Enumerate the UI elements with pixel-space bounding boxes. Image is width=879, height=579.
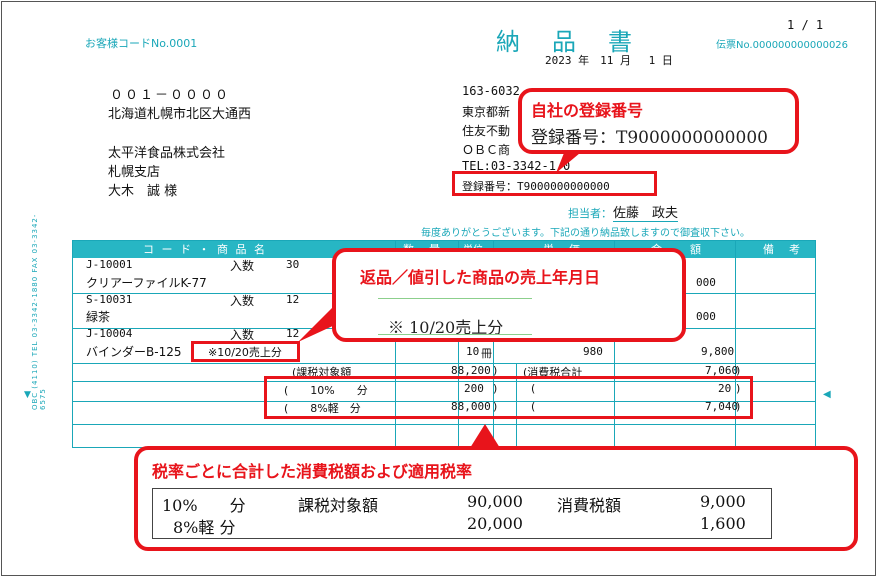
tax-rate-10: 10% 分 bbox=[162, 496, 246, 515]
tax-callout-table: 10% 分 課税対象額 90,000 消費税額 9,000 8%軽 分 20,0… bbox=[152, 488, 772, 539]
tax-callout-title: 税率ごとに合計した消費税額および適用税率 bbox=[152, 462, 473, 481]
consumption-tax-10: 9,000 bbox=[700, 492, 746, 511]
tax-pointer bbox=[470, 424, 500, 448]
returns-callout-rule bbox=[378, 334, 532, 335]
consumption-tax-label: 消費税額 bbox=[557, 496, 622, 515]
taxable-amount-label: 課税対象額 bbox=[298, 496, 379, 515]
tax-callout: 税率ごとに合計した消費税額および適用税率 10% 分 課税対象額 90,000 … bbox=[134, 446, 858, 551]
consumption-tax-8: 1,600 bbox=[700, 514, 746, 533]
registration-callout-body: 登録番号：T9000000000000 bbox=[531, 128, 768, 148]
registration-callout: 自社の登録番号 登録番号：T9000000000000 bbox=[518, 88, 799, 154]
returns-callout-rule bbox=[378, 298, 532, 299]
taxable-amount-10: 90,000 bbox=[467, 492, 523, 511]
returns-callout: 返品／値引した商品の売上年月日 ※ 10/20売上分 bbox=[332, 248, 686, 342]
tax-rate-8: 8%軽 分 bbox=[173, 518, 236, 537]
registration-callout-title: 自社の登録番号 bbox=[531, 101, 644, 120]
taxable-amount-8: 20,000 bbox=[467, 514, 523, 533]
returns-callout-title: 返品／値引した商品の売上年月日 bbox=[360, 268, 601, 287]
